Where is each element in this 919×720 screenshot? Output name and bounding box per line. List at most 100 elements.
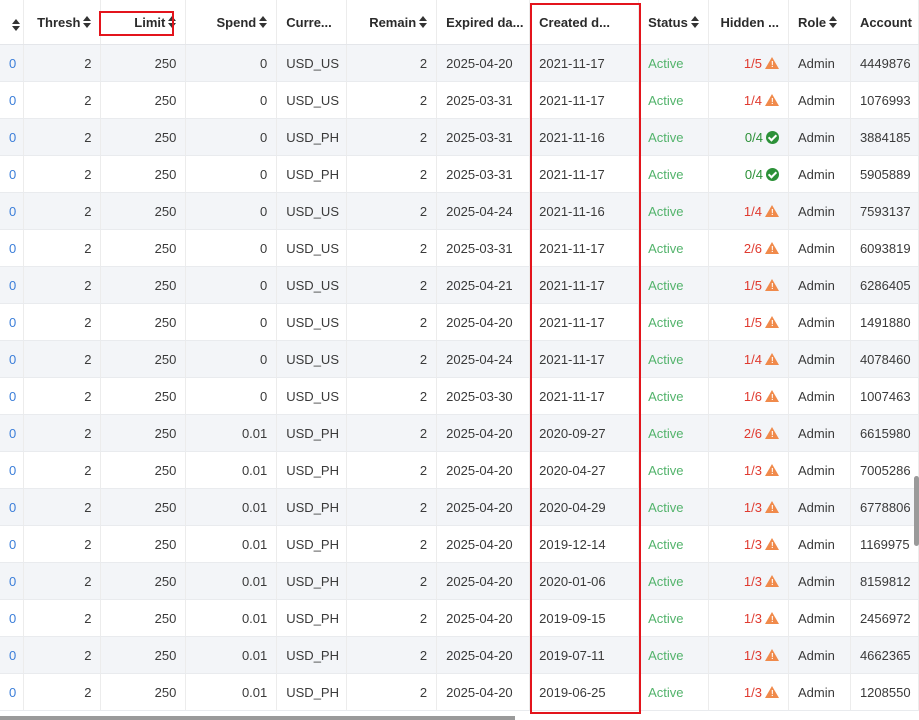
cell-account: 1076993: [850, 81, 919, 119]
cell-role: Admin: [788, 155, 851, 193]
table-row[interactable]: 0 2 250 0 USD_PH 2 2025-03-31 2021-11-16 Active 0…: [0, 118, 919, 156]
hidden-count: 1/5: [743, 277, 762, 293]
cell-c0-text[interactable]: 0: [9, 167, 16, 182]
cell-c0[interactable]: 0: [0, 81, 25, 119]
cell-c0[interactable]: 0: [0, 488, 25, 526]
cell-c0[interactable]: 0: [0, 118, 25, 156]
vertical-scrollbar[interactable]: [914, 476, 919, 546]
cell-c0[interactable]: 0: [0, 44, 25, 82]
cell-account: 6615980: [850, 414, 919, 452]
table-row[interactable]: 0 2 250 0 USD_US 2 2025-03-31 2021-11-17 Active 1…: [0, 81, 919, 119]
column-header-thresh[interactable]: Thresh: [23, 0, 102, 45]
cell-status: Active: [638, 414, 710, 452]
table-row[interactable]: 0 2 250 0.01 USD_PH 2 2025-04-20 2020-04-29 Acti…: [0, 488, 919, 526]
column-header-role[interactable]: Role: [788, 0, 851, 45]
table-row[interactable]: 0 2 250 0 USD_US 2 2025-04-20 2021-11-17 Active 1…: [0, 303, 919, 341]
horizontal-scrollbar[interactable]: [0, 716, 515, 720]
sort-icon[interactable]: [83, 16, 92, 28]
table-row[interactable]: 0 2 250 0 USD_US 2 2025-04-21 2021-11-17 Active 1…: [0, 266, 919, 304]
sort-icon[interactable]: [259, 16, 268, 28]
column-header-expired[interactable]: Expired da...: [436, 0, 531, 45]
cell-c0-text[interactable]: 0: [9, 315, 16, 330]
table-row[interactable]: 0 2 250 0.01 USD_PH 2 2025-04-20 2019-09-15 Acti…: [0, 599, 919, 637]
cell-limit: 250: [100, 118, 187, 156]
cell-c0-text[interactable]: 0: [9, 56, 16, 71]
cell-role: Admin: [788, 118, 851, 156]
cell-status: Active: [638, 340, 710, 378]
cell-role: Admin: [788, 673, 851, 711]
table-row[interactable]: 0 2 250 0.01 USD_PH 2 2025-04-20 2019-07-11 Acti…: [0, 636, 919, 674]
cell-thresh-text: 2: [84, 129, 92, 145]
table-row[interactable]: 0 2 250 0 USD_PH 2 2025-03-31 2021-11-17 Active 0…: [0, 155, 919, 193]
table-row[interactable]: 0 2 250 0 USD_US 2 2025-04-24 2021-11-17 Active 1…: [0, 340, 919, 378]
cell-c0-text[interactable]: 0: [9, 352, 16, 367]
cell-c0-text[interactable]: 0: [9, 93, 16, 108]
cell-c0[interactable]: 0: [0, 599, 25, 637]
cell-c0-text[interactable]: 0: [9, 537, 16, 552]
cell-expired: 2025-03-31: [436, 155, 531, 193]
cell-currency-text: USD_PH: [286, 684, 339, 700]
cell-account: 1208550: [850, 673, 919, 711]
cell-account: 7593137: [850, 192, 919, 230]
table-row[interactable]: 0 2 250 0.01 USD_PH 2 2025-04-20 2019-12-14 Acti…: [0, 525, 919, 563]
cell-status-text: Active: [648, 314, 684, 330]
cell-c0-text[interactable]: 0: [9, 130, 16, 145]
hidden-count: 1/3: [743, 536, 762, 552]
cell-c0-text[interactable]: 0: [9, 241, 16, 256]
cell-c0[interactable]: 0: [0, 229, 25, 267]
table-row[interactable]: 0 2 250 0 USD_US 2 2025-04-20 2021-11-17 Active 1…: [0, 44, 919, 82]
cell-c0-text[interactable]: 0: [9, 611, 16, 626]
cell-c0[interactable]: 0: [0, 451, 25, 489]
cell-c0-text[interactable]: 0: [9, 574, 16, 589]
cell-expired: 2025-04-20: [436, 636, 531, 674]
table-row[interactable]: 0 2 250 0 USD_US 2 2025-03-30 2021-11-17 Active 1…: [0, 377, 919, 415]
table-row[interactable]: 0 2 250 0.01 USD_PH 2 2025-04-20 2020-09-27 Acti…: [0, 414, 919, 452]
column-header-c0[interactable]: [0, 0, 25, 45]
column-header-account[interactable]: Account: [850, 0, 919, 45]
cell-spend-text: 0.01: [241, 647, 268, 663]
cell-c0[interactable]: 0: [0, 414, 25, 452]
cell-c0-text[interactable]: 0: [9, 389, 16, 404]
cell-spend: 0: [185, 229, 278, 267]
cell-c0[interactable]: 0: [0, 155, 25, 193]
cell-c0[interactable]: 0: [0, 636, 25, 674]
table-row[interactable]: 0 2 250 0.01 USD_PH 2 2025-04-20 2020-04-27 Acti…: [0, 451, 919, 489]
cell-c0[interactable]: 0: [0, 340, 25, 378]
cell-c0-text[interactable]: 0: [9, 278, 16, 293]
cell-c0[interactable]: 0: [0, 525, 25, 563]
column-header-status[interactable]: Status: [638, 0, 710, 45]
cell-currency-text: USD_US: [286, 351, 339, 367]
cell-c0-text[interactable]: 0: [9, 685, 16, 700]
cell-c0-text[interactable]: 0: [9, 500, 16, 515]
cell-c0[interactable]: 0: [0, 303, 25, 341]
cell-c0[interactable]: 0: [0, 562, 25, 600]
table-row[interactable]: 0 2 250 0.01 USD_PH 2 2025-04-20 2019-06-25 Acti…: [0, 673, 919, 711]
cell-c0[interactable]: 0: [0, 266, 25, 304]
cell-c0-text[interactable]: 0: [9, 463, 16, 478]
column-header-currency[interactable]: Curre...: [276, 0, 348, 45]
cell-role-text: Admin: [797, 166, 835, 182]
sort-icon[interactable]: [419, 16, 428, 28]
cell-role-text: Admin: [797, 462, 835, 478]
sort-icon[interactable]: [829, 16, 838, 28]
cell-c0-text[interactable]: 0: [9, 426, 16, 441]
column-header-label: Role: [797, 14, 827, 30]
cell-spend-text: 0: [260, 92, 268, 108]
column-header-remain[interactable]: Remain: [346, 0, 438, 45]
table-row[interactable]: 0 2 250 0 USD_US 2 2025-03-31 2021-11-17 Active 2…: [0, 229, 919, 267]
sort-icon[interactable]: [12, 19, 20, 31]
cell-expired: 2025-04-20: [436, 525, 531, 563]
cell-c0-text[interactable]: 0: [9, 204, 16, 219]
cell-role: Admin: [788, 599, 851, 637]
cell-remain-text: 2: [419, 573, 428, 589]
cell-c0[interactable]: 0: [0, 192, 25, 230]
column-header-hidden[interactable]: Hidden ...: [708, 0, 789, 45]
cell-c0[interactable]: 0: [0, 673, 25, 711]
column-header-spend[interactable]: Spend: [185, 0, 278, 45]
cell-c0-text[interactable]: 0: [9, 648, 16, 663]
table-row[interactable]: 0 2 250 0 USD_US 2 2025-04-24 2021-11-16 Active 1…: [0, 192, 919, 230]
table-row[interactable]: 0 2 250 0.01 USD_PH 2 2025-04-20 2020-01-06 Acti…: [0, 562, 919, 600]
cell-c0[interactable]: 0: [0, 377, 25, 415]
sort-icon[interactable]: [690, 16, 699, 28]
cell-limit: 250: [100, 599, 187, 637]
